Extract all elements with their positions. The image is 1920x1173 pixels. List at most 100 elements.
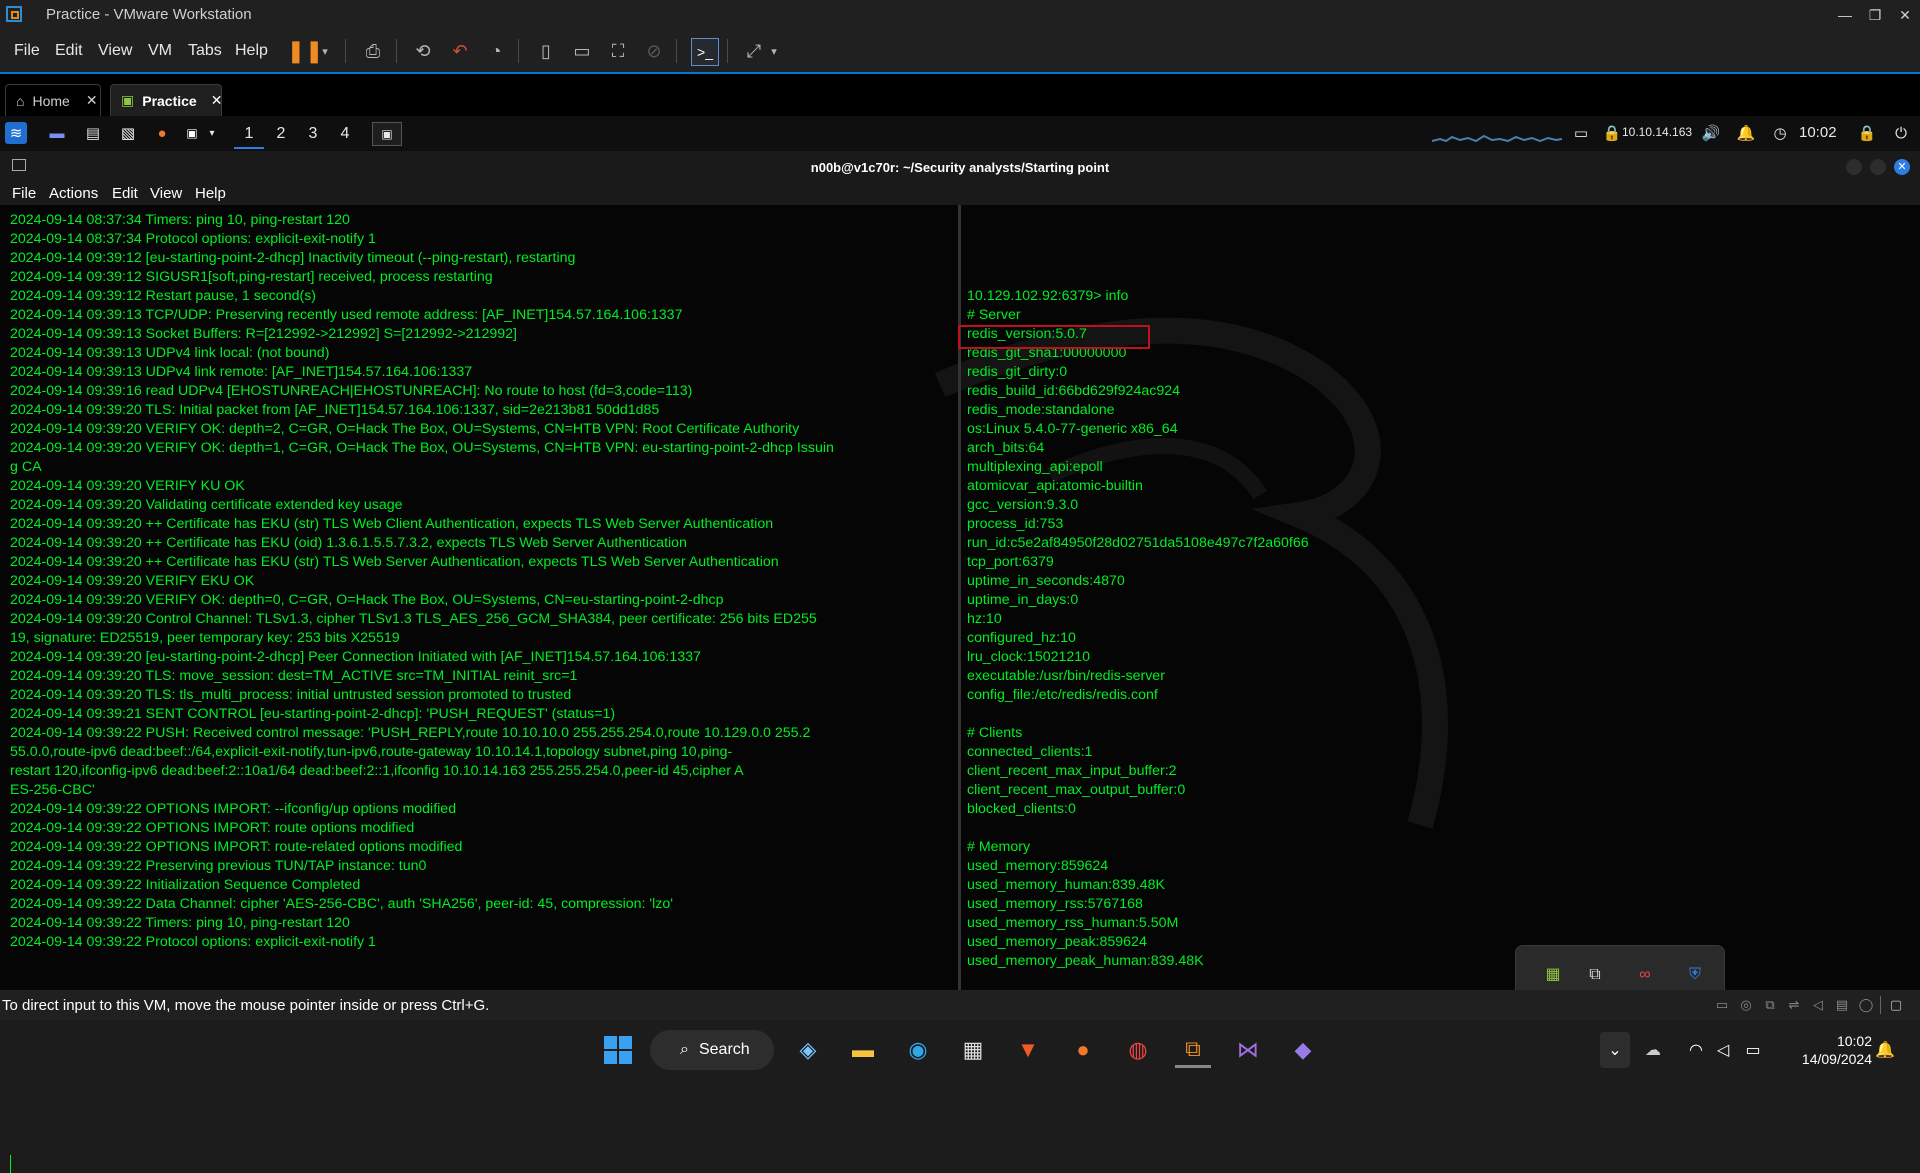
cd-drive-icon[interactable]: ◎ [1738,997,1754,1013]
taskbar-search[interactable]: ⌕ Search [650,1030,774,1070]
revert-snapshot-icon[interactable]: ↶ [447,38,473,64]
notification-bell-icon[interactable]: 🔔 [1872,1032,1898,1068]
show-hidden-icons-chevron-icon[interactable]: ⌄ [1600,1032,1630,1068]
firefox-icon[interactable]: ● [151,122,173,144]
terminal-title: n00b@v1c70r: ~/Security analysts/Startin… [810,160,1110,175]
file-manager-icon[interactable]: ▤ [82,122,104,144]
terminal-line: # Clients [967,725,1023,741]
defender-warning-icon[interactable]: ⛨ [1683,963,1707,987]
terminal-line: 2024-09-14 09:39:13 TCP/UDP: Preserving … [10,307,683,323]
edge-icon[interactable]: ◉ [900,1032,936,1068]
show-desktop-icon[interactable]: ▬ [46,122,68,144]
terminal-line: 2024-09-14 09:39:22 Initialization Seque… [10,877,361,893]
workspace-3[interactable]: 3 [298,121,328,147]
volume-icon[interactable]: 🔊 [1700,122,1722,144]
close-icon[interactable]: ✕ [86,92,98,109]
console-view-icon[interactable]: >_ [691,38,719,66]
terminal-menu-edit[interactable]: Edit [112,185,138,202]
toolbar-separator [396,39,397,63]
terminal-menu-view[interactable]: View [150,185,182,202]
menu-edit[interactable]: Edit [55,42,83,60]
openvpn-log-pane[interactable]: 2024-09-14 08:37:34 Timers: ping 10, pin… [10,211,960,996]
workspace-2[interactable]: 2 [266,121,296,147]
taskbar-clock[interactable]: 10:02 14/09/2024 [1802,1032,1872,1068]
text-editor-icon[interactable]: ▧ [117,122,139,144]
start-button[interactable] [600,1032,636,1068]
terminal-line: 2024-09-14 09:39:20 Validating certifica… [10,497,403,513]
tab-home[interactable]: ⌂ Home ✕ [5,84,101,116]
vmware-taskbar-icon[interactable]: ⧉ [1175,1032,1211,1068]
display-icon[interactable]: ▭ [1570,122,1592,144]
snapshot-icon[interactable]: ⟲ [410,38,436,64]
workspace-1[interactable]: 1 [234,121,264,149]
terminal-line: lru_clock:15021210 [967,649,1091,665]
printer-icon[interactable]: ▤ [1834,997,1850,1013]
send-ctrl-alt-del-icon[interactable]: ⎙ [360,38,386,64]
library-view-icon[interactable]: ▯ [533,38,559,64]
menu-tabs[interactable]: Tabs [188,42,222,60]
unity-icon[interactable]: ⊘ [641,38,667,64]
chevron-down-icon[interactable]: ▾ [205,122,219,144]
volume-icon[interactable]: ◁ [1710,1032,1736,1068]
thumbnail-view-icon[interactable]: ▭ [569,38,595,64]
kali-menu-icon[interactable]: ≋ [5,122,27,144]
terminal-line: 2024-09-14 08:37:34 Timers: ping 10, pin… [10,212,350,228]
creative-cloud-icon[interactable]: ∞ [1633,963,1657,987]
menu-view[interactable]: View [98,42,132,60]
terminal-window-button[interactable]: ▣ [372,122,402,146]
redis-cli-pane[interactable]: 10.129.102.92:6379> info # Server redis_ve… [967,287,1907,1072]
vmware-tray-icon[interactable]: ⧉ [1583,963,1607,987]
network-adapter-icon[interactable]: ⧉ [1762,997,1778,1013]
chevron-down-icon[interactable]: ▾ [318,38,332,64]
firefox-icon[interactable]: ● [1065,1032,1101,1068]
vmware-statusbar: To direct input to this VM, move the mou… [0,990,1920,1020]
minimize-button[interactable] [1846,159,1862,175]
notifications-icon[interactable]: 🔔 [1735,122,1757,144]
terminal-icon[interactable]: ▣ [181,122,203,144]
pane-divider[interactable] [958,205,961,990]
tab-practice[interactable]: ▣ Practice ✕ [110,84,222,116]
nvidia-icon[interactable]: ▦ [1541,963,1565,987]
menu-help[interactable]: Help [235,42,268,60]
terminal-body[interactable]: 2024-09-14 08:37:34 Timers: ping 10, pin… [0,205,1920,1173]
terminal-menu-help[interactable]: Help [195,185,226,202]
brave-icon[interactable]: ▼ [1010,1032,1046,1068]
minimize-button[interactable]: — [1830,0,1860,30]
onedrive-icon[interactable]: ☁ [1640,1032,1666,1068]
terminal-menu-actions[interactable]: Actions [49,185,98,202]
message-log-icon[interactable]: ▢ [1888,997,1904,1013]
chevron-down-icon[interactable]: ▾ [767,38,781,64]
microsoft-store-icon[interactable]: ▦ [955,1032,991,1068]
lock-screen-icon[interactable]: 🔒 [1856,122,1878,144]
pause-icon[interactable]: ❚❚ [287,38,324,64]
maximize-button[interactable] [1870,159,1886,175]
full-screen-icon[interactable]: ⛶ [605,38,631,64]
display-device-icon[interactable]: ◯ [1858,997,1874,1013]
close-button[interactable]: ✕ [1890,0,1920,30]
visual-studio-icon[interactable]: ⋈ [1230,1032,1266,1068]
app-icon[interactable]: ◆ [1285,1032,1321,1068]
terminal-line: run_id:c5e2af84950f28d02751da5108e497c7f… [967,535,1309,551]
terminal-line: 2024-09-14 09:39:22 Timers: ping 10, pin… [10,915,350,931]
terminal-line: redis_build_id:66bd629f924ac924 [967,383,1180,399]
terminal-menu-file[interactable]: File [12,185,36,202]
file-explorer-icon[interactable]: ▬ [845,1032,881,1068]
wifi-icon[interactable]: ◠ [1683,1032,1709,1068]
close-button[interactable]: ✕ [1894,159,1910,175]
usb-icon[interactable]: ⇌ [1786,997,1802,1013]
stretch-guest-icon[interactable]: ⤢ [741,38,767,64]
copilot-icon[interactable]: ◈ [790,1032,826,1068]
hard-disk-icon[interactable]: ▭ [1714,997,1730,1013]
close-icon[interactable]: ✕ [211,92,223,109]
chrome-icon[interactable]: ◍ [1120,1032,1156,1068]
battery-icon[interactable]: ▭ [1740,1032,1766,1068]
restore-button[interactable]: ❐ [1860,0,1890,30]
sound-card-icon[interactable]: ◁ [1810,997,1826,1013]
menu-file[interactable]: File [14,42,40,60]
power-icon[interactable]: ⏻ [1890,122,1912,144]
menu-vm[interactable]: VM [148,42,172,60]
terminal-line: 2024-09-14 09:39:20 TLS: tls_multi_proce… [10,687,572,703]
workspace-4[interactable]: 4 [330,121,360,147]
snapshot-manager-icon[interactable]: ◔ [483,38,509,64]
terminal-titlebar: n00b@v1c70r: ~/Security analysts/Startin… [0,151,1920,181]
